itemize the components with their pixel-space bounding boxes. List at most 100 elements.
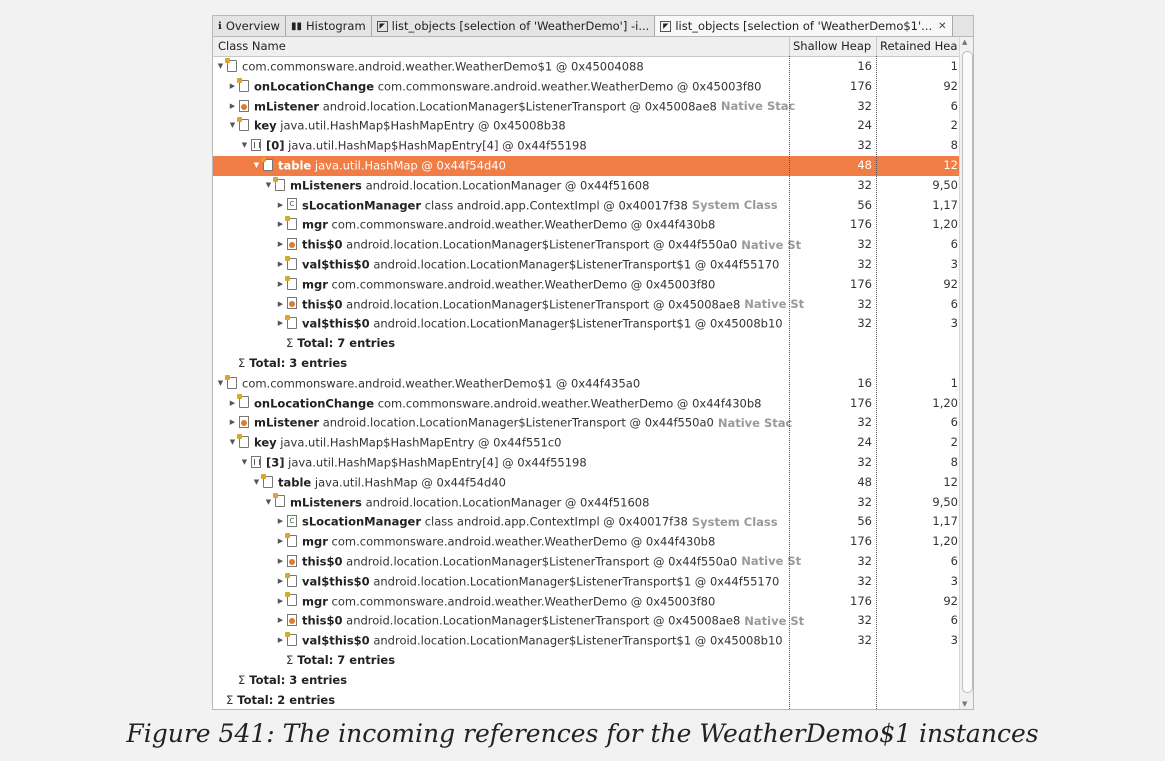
object-icon: [225, 57, 237, 72]
tree-table-body: ▼ com.commonsware.android.weather.Weather…: [213, 57, 973, 710]
scroll-down-icon[interactable]: ▼: [962, 700, 967, 708]
table-row[interactable]: ▶ this$0 android.location.LocationManager…: [213, 295, 973, 315]
close-icon[interactable]: ✕: [938, 21, 946, 32]
column-retained-heap[interactable]: Retained Heap: [876, 37, 958, 56]
collapse-triangle-icon[interactable]: ▶: [227, 97, 238, 117]
shallow-heap-cell: 176: [850, 217, 872, 232]
table-row[interactable]: Σ Total: 7 entries: [213, 334, 973, 354]
table-row[interactable]: ▶ CsLocationManager class android.app.Con…: [213, 512, 973, 532]
table-row[interactable]: ▶ mgr com.commonsware.android.weather.Wea…: [213, 215, 973, 235]
table-row[interactable]: ▶ this$0 android.location.LocationManager…: [213, 611, 973, 631]
retained-heap-cell: 92: [943, 276, 958, 291]
class-name-cell: ▼ table java.util.HashMap @ 0x44f54d40: [213, 155, 827, 177]
scrollbar-thumb[interactable]: [962, 51, 973, 693]
retained-heap-cell: 3: [950, 573, 958, 588]
shallow-heap-cell: 32: [857, 138, 872, 153]
expand-triangle-icon[interactable]: ▼: [239, 453, 250, 473]
class-name-cell: ▶ this$0 android.location.LocationManager…: [213, 295, 851, 315]
table-row[interactable]: ▶ onLocationChange com.commonsware.androi…: [213, 394, 973, 414]
table-row[interactable]: ▼ com.commonsware.android.weather.Weather…: [213, 374, 973, 394]
class-name-cell: ▼ mListeners android.location.LocationMan…: [213, 176, 839, 196]
object-icon: [285, 255, 297, 270]
retained-heap-cell: 9,50: [932, 494, 958, 509]
class-name-cell: ▶ mListener android.location.LocationMana…: [213, 413, 803, 433]
table-row[interactable]: ▶ this$0 android.location.LocationManager…: [213, 552, 973, 572]
shallow-heap-cell: 176: [850, 395, 872, 410]
column-divider: [876, 56, 877, 709]
retained-heap-cell: 6: [950, 613, 958, 628]
object-icon: [285, 572, 297, 587]
tab-list-objects-1[interactable]: ◤ list_objects [selection of 'WeatherDem…: [372, 16, 656, 36]
table-row[interactable]: ▶ val$this$0 android.location.LocationMan…: [213, 314, 973, 334]
table-row[interactable]: Σ Total: 3 entries: [213, 671, 973, 691]
column-shallow-heap[interactable]: Shallow Heap: [789, 37, 876, 56]
retained-heap-cell: 8: [950, 138, 958, 153]
object-icon: [273, 176, 285, 191]
class-name-cell: ▶ this$0 android.location.LocationManager…: [213, 235, 851, 255]
class-name-cell: ▶ this$0 android.location.LocationManager…: [213, 552, 851, 572]
class-icon: C: [287, 198, 297, 211]
shallow-heap-cell: 32: [857, 494, 872, 509]
tab-histogram[interactable]: ▮▮ Histogram: [286, 16, 372, 36]
table-row[interactable]: ▶ mgr com.commonsware.android.weather.Wea…: [213, 532, 973, 552]
tab-overview[interactable]: ℹ Overview: [213, 16, 286, 36]
vertical-scrollbar[interactable]: ▲ ▼: [959, 37, 973, 709]
table-row[interactable]: ▶ this$0 android.location.LocationManager…: [213, 235, 973, 255]
class-name-cell: Σ Total: 7 entries: [213, 651, 851, 671]
table-row[interactable]: Σ Total: 2 entries: [213, 691, 973, 710]
table-row[interactable]: Σ Total: 3 entries: [213, 354, 973, 374]
sigma-icon: Σ: [286, 652, 294, 667]
sigma-icon: Σ: [238, 355, 246, 370]
table-row[interactable]: ▶ val$this$0 android.location.LocationMan…: [213, 255, 973, 275]
shallow-heap-cell: 32: [857, 553, 872, 568]
collapse-triangle-icon[interactable]: ▶: [227, 413, 238, 433]
collapse-triangle-icon[interactable]: ▶: [275, 295, 286, 315]
collapse-triangle-icon[interactable]: ▶: [275, 611, 286, 631]
table-row[interactable]: ▼ table java.util.HashMap @ 0x44f54d40 48 1…: [213, 473, 973, 493]
gc-root-icon: [239, 416, 249, 429]
shallow-heap-cell: 56: [857, 514, 872, 529]
table-row[interactable]: ▶ val$this$0 android.location.LocationMan…: [213, 572, 973, 592]
table-row[interactable]: Σ Total: 7 entries: [213, 651, 973, 671]
object-label: android.location.LocationManager$Listene…: [373, 633, 783, 648]
class-name-cell: ▼ com.commonsware.android.weather.Weather…: [213, 374, 791, 394]
table-row[interactable]: ▼ mListeners android.location.LocationMan…: [213, 493, 973, 513]
table-row[interactable]: ▼ table java.util.HashMap @ 0x44f54d40 48 1…: [213, 155, 973, 177]
expand-triangle-icon[interactable]: ▼: [239, 136, 250, 156]
table-row[interactable]: ▶ CsLocationManager class android.app.Con…: [213, 196, 973, 216]
sigma-icon: Σ: [238, 672, 246, 687]
retained-heap-cell: 92: [943, 593, 958, 608]
table-row[interactable]: ▼ key java.util.HashMap$HashMapEntry @ 0x…: [213, 433, 973, 453]
class-name-cell: Σ Total: 3 entries: [213, 354, 803, 374]
class-name-cell: ▶ val$this$0 android.location.LocationMan…: [213, 631, 851, 651]
table-row[interactable]: ▶ mgr com.commonsware.android.weather.Wea…: [213, 592, 973, 612]
object-label: com.commonsware.android.weather.WeatherD…: [331, 277, 716, 292]
object-label: android.location.LocationManager @ 0x44f…: [365, 178, 650, 193]
tab-list-objects-2[interactable]: ◤ list_objects [selection of 'WeatherDem…: [655, 16, 953, 36]
class-name-cell: ▶ val$this$0 android.location.LocationMan…: [213, 255, 851, 275]
column-class-name[interactable]: Class Name: [218, 37, 788, 56]
table-row[interactable]: ▶ val$this$0 android.location.LocationMan…: [213, 631, 973, 651]
table-row[interactable]: ▶ mListener android.location.LocationMana…: [213, 413, 973, 433]
retained-heap-cell: 1,17: [932, 197, 958, 212]
collapse-triangle-icon[interactable]: ▶: [275, 196, 286, 216]
table-row[interactable]: ▼ key java.util.HashMap$HashMapEntry @ 0x…: [213, 116, 973, 136]
table-row[interactable]: ▼ mListeners android.location.LocationMan…: [213, 176, 973, 196]
class-name-cell: ▶ mgr com.commonsware.android.weather.Wea…: [213, 532, 851, 552]
shallow-heap-cell: 16: [857, 59, 872, 73]
scroll-up-icon[interactable]: ▲: [962, 38, 967, 46]
table-row[interactable]: ▼ [3] java.util.HashMap$HashMapEntry[4] @…: [213, 453, 973, 473]
collapse-triangle-icon[interactable]: ▶: [275, 552, 286, 572]
collapse-triangle-icon[interactable]: ▶: [275, 512, 286, 532]
table-row[interactable]: ▶ mgr com.commonsware.android.weather.Wea…: [213, 275, 973, 295]
field-name: [3]: [266, 455, 285, 470]
field-name: [0]: [266, 138, 285, 153]
table-row[interactable]: ▶ mListener android.location.LocationMana…: [213, 97, 973, 117]
object-label: android.location.LocationManager$Listene…: [322, 415, 714, 430]
table-row[interactable]: ▼ com.commonsware.android.weather.Weather…: [213, 57, 973, 77]
retained-heap-cell: 12: [943, 157, 958, 172]
collapse-triangle-icon[interactable]: ▶: [275, 235, 286, 255]
field-name: onLocationChange: [254, 395, 375, 410]
table-row[interactable]: ▼ [0] java.util.HashMap$HashMapEntry[4] @…: [213, 136, 973, 156]
table-row[interactable]: ▶ onLocationChange com.commonsware.androi…: [213, 77, 973, 97]
